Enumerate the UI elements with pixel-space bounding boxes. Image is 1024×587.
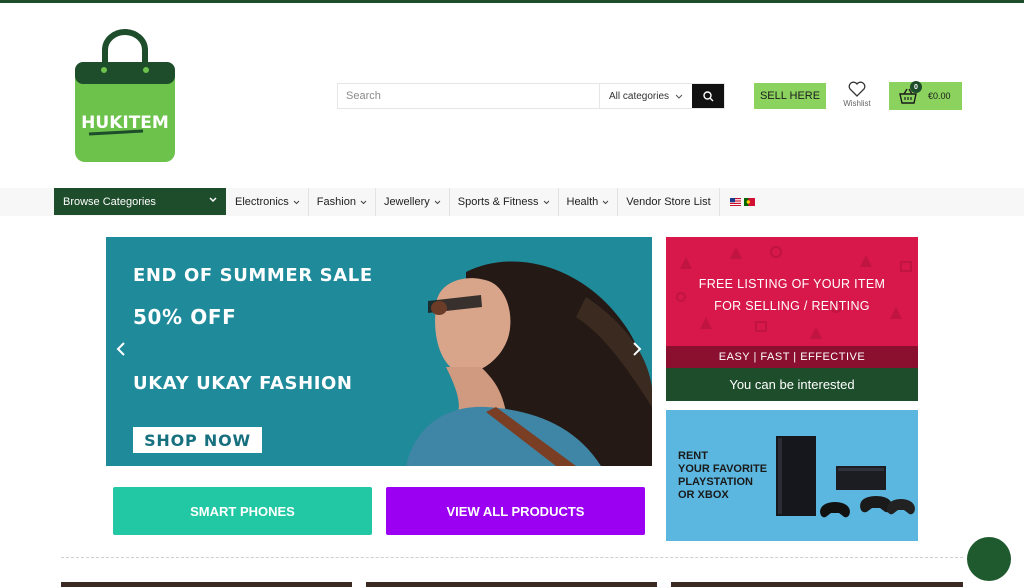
rent-text: RENT YOUR FAVORITE PLAYSTATION OR XBOX <box>678 450 767 502</box>
hero-discount: 50% OFF <box>133 305 237 329</box>
portugal-flag-icon[interactable] <box>743 198 755 206</box>
christmas-pattern-decoration <box>676 246 912 339</box>
chevron-down-icon <box>675 94 683 99</box>
logo-text: HUKITEM <box>81 113 169 133</box>
search-icon <box>702 90 713 101</box>
cart-total: €0.00 <box>928 91 951 101</box>
hero-slider[interactable]: END OF SUMMER SALE 50% OFF UKAY UKAY FAS… <box>106 237 652 466</box>
sell-here-button[interactable]: SELL HERE <box>754 83 826 109</box>
nav-item-electronics[interactable]: Electronics <box>227 188 309 216</box>
chevron-down-icon <box>434 200 441 204</box>
nav-item-label: Health <box>566 196 599 208</box>
promo-line-1: FREE LISTING OF YOUR ITEM <box>698 277 886 291</box>
us-flag-icon[interactable] <box>729 198 741 206</box>
chevron-down-icon <box>293 200 300 204</box>
wishlist-label: Wishlist <box>843 99 871 108</box>
cart-count-badge: 0 <box>910 81 922 93</box>
product-thumbnail[interactable] <box>671 582 963 587</box>
game-consoles-image <box>776 436 915 518</box>
nav-item-jewellery[interactable]: Jewellery <box>376 188 450 216</box>
section-divider <box>61 557 963 558</box>
nav-item-label: Electronics <box>235 196 289 208</box>
nav-item-health[interactable]: Health <box>559 188 619 216</box>
smart-phones-button[interactable]: SMART PHONES <box>113 487 372 535</box>
language-switcher <box>720 188 755 216</box>
chevron-down-icon <box>209 197 217 203</box>
promo-footer: You can be interested <box>666 368 918 401</box>
shopping-bag-logo-icon: HUKITEM <box>75 29 175 162</box>
nav-item-fashion[interactable]: Fashion <box>309 188 376 216</box>
nav-item-sports-fitness[interactable]: Sports & Fitness <box>450 188 559 216</box>
promo-tagline: EASY | FAST | EFFECTIVE <box>666 346 918 368</box>
promo-line-2: FOR SELLING / RENTING <box>714 299 870 313</box>
browse-categories-button[interactable]: Browse Categories <box>54 188 226 215</box>
rent-line: RENT <box>678 450 708 462</box>
search-button[interactable] <box>692 84 724 108</box>
rent-line: YOUR FAVORITE <box>678 463 768 475</box>
rent-line: OR XBOX <box>678 489 729 501</box>
free-listing-banner[interactable]: FREE LISTING OF YOUR ITEM FOR SELLING / … <box>666 237 918 401</box>
category-select[interactable]: All categories <box>600 84 692 108</box>
product-thumbnail[interactable] <box>366 582 657 587</box>
chat-widget-button[interactable] <box>967 537 1011 581</box>
slider-prev-arrow-icon[interactable] <box>116 341 126 357</box>
wishlist-link[interactable]: Wishlist <box>840 81 874 111</box>
view-all-products-button[interactable]: VIEW ALL PRODUCTS <box>386 487 645 535</box>
nav-item-label: Jewellery <box>383 196 430 208</box>
nav-menu: Electronics Fashion Jewellery Sports & F… <box>227 188 755 216</box>
chevron-down-icon <box>360 200 367 204</box>
product-thumbnail[interactable] <box>61 582 352 587</box>
rent-console-banner[interactable]: RENT YOUR FAVORITE PLAYSTATION OR XBOX <box>666 410 918 541</box>
shop-now-button[interactable]: SHOP NOW <box>133 427 262 453</box>
search-bar: All categories <box>337 83 725 109</box>
heart-icon <box>848 81 866 97</box>
search-input[interactable] <box>338 84 600 108</box>
nav-item-vendor-store-list[interactable]: Vendor Store List <box>618 188 720 216</box>
slider-next-arrow-icon[interactable] <box>632 341 642 357</box>
category-select-label: All categories <box>608 90 670 102</box>
nav-item-label: Vendor Store List <box>626 196 711 208</box>
chevron-down-icon <box>543 200 549 204</box>
hero-subheadline: UKAY UKAY FASHION <box>133 373 353 394</box>
rent-line: PLAYSTATION <box>678 476 753 488</box>
site-logo[interactable]: HUKITEM <box>73 28 177 164</box>
nav-item-label: Fashion <box>316 196 356 208</box>
nav-item-label: Sports & Fitness <box>457 196 539 208</box>
chevron-down-icon <box>602 200 609 204</box>
browse-categories-label: Browse Categories <box>63 195 156 208</box>
cart-button[interactable]: 0 €0.00 <box>889 81 962 110</box>
hero-headline: END OF SUMMER SALE <box>133 265 373 286</box>
top-accent-bar <box>0 0 1024 3</box>
